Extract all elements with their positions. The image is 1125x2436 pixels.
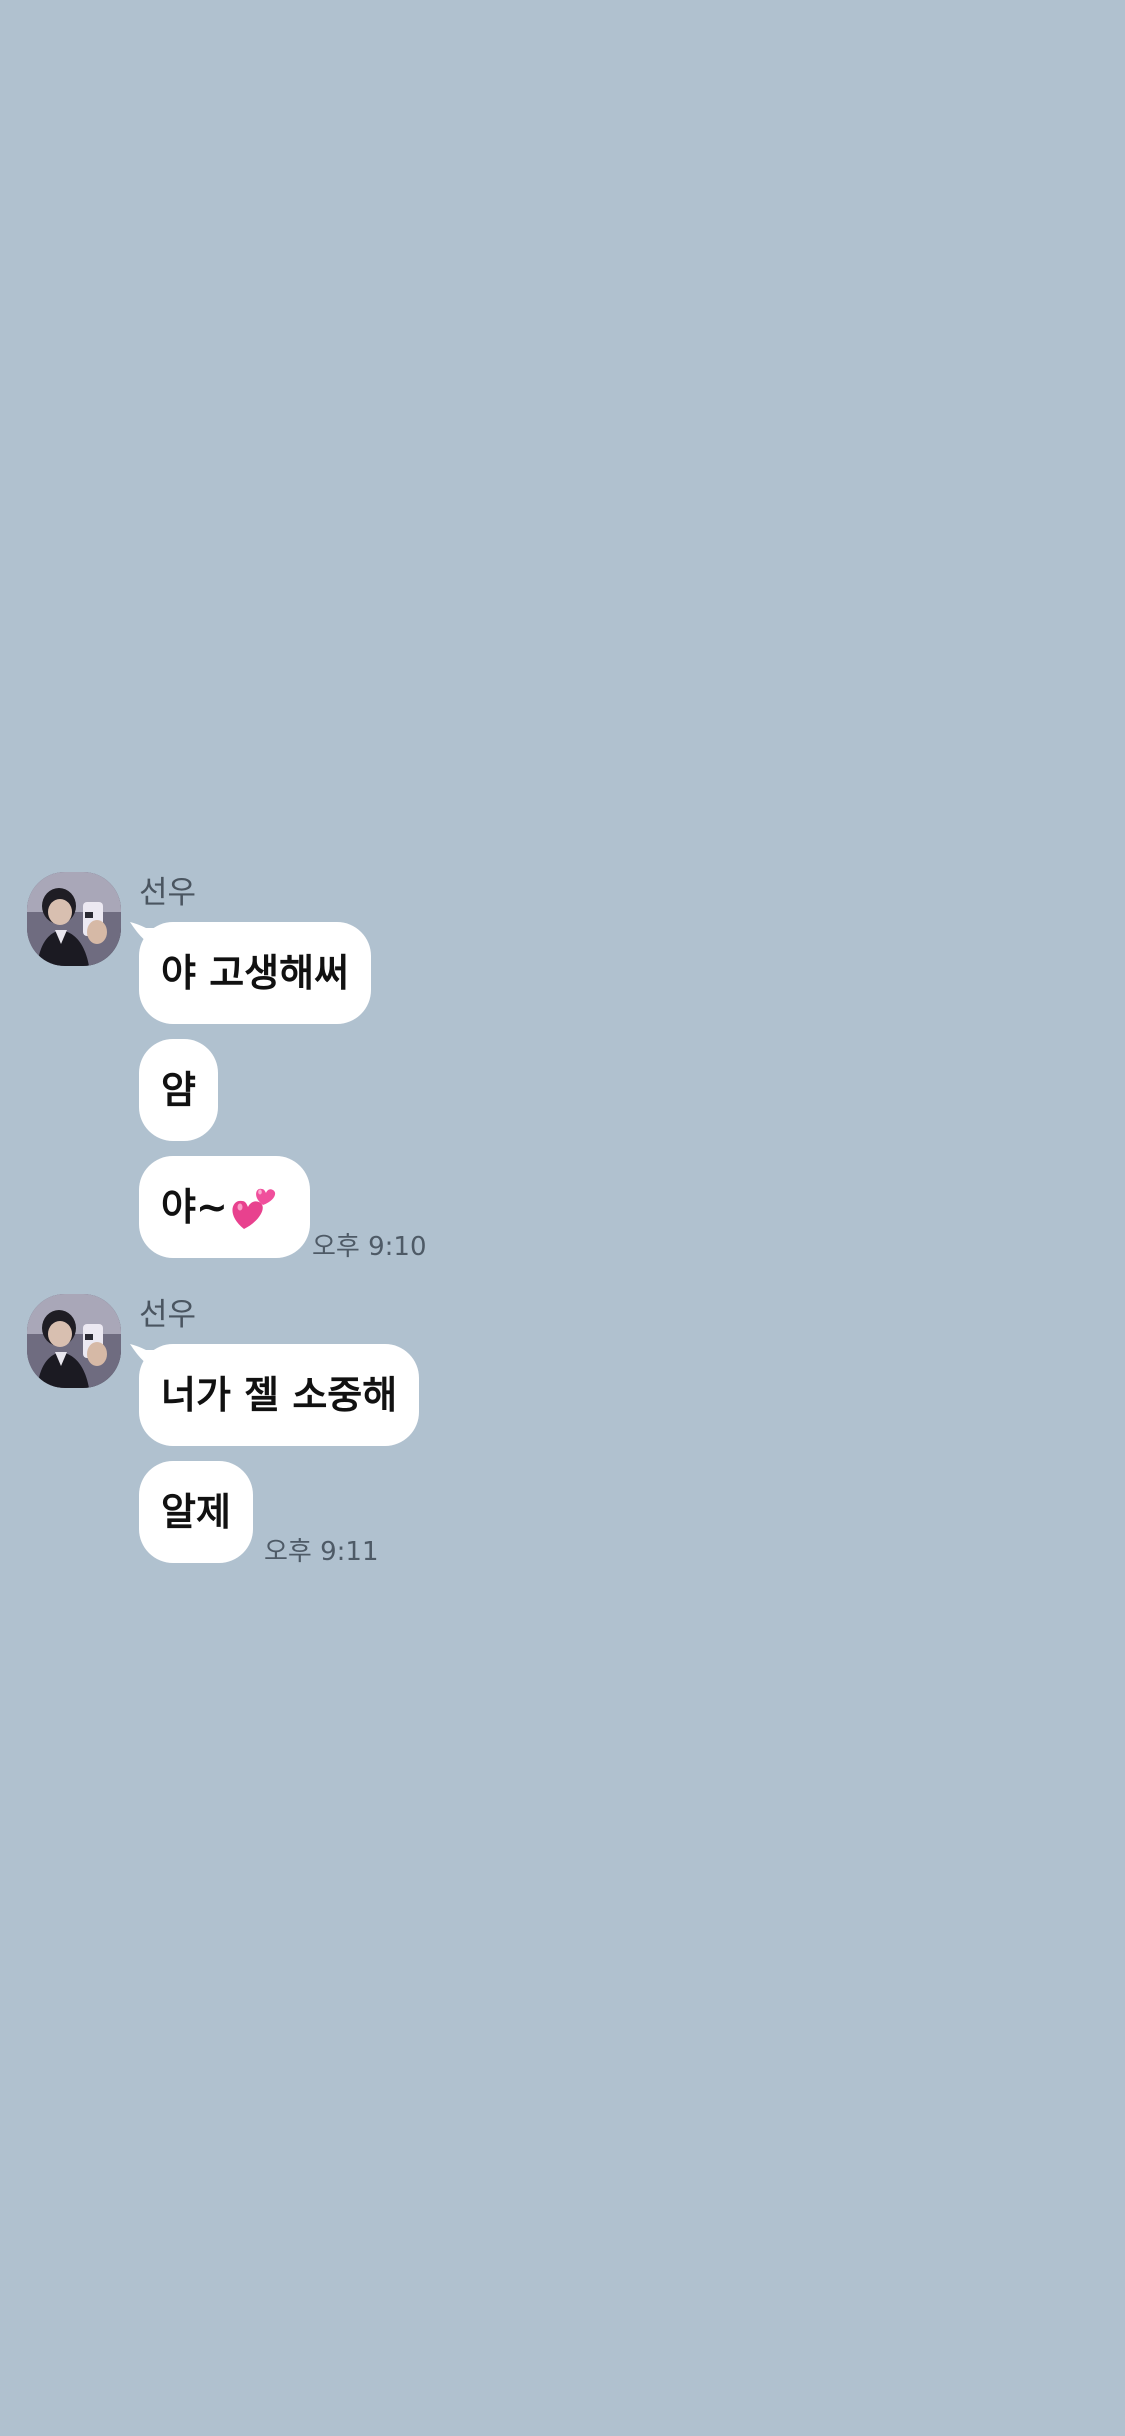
message-timestamp: 오후 9:10 — [312, 1232, 427, 1262]
message-text: 야 고생해써 — [161, 951, 350, 995]
profile-photo — [27, 872, 121, 966]
message-bubble[interactable]: 너가 젤 소중해 — [139, 1344, 420, 1446]
sender-name: 선우 — [139, 1297, 197, 1333]
message-text: 너가 젤 소중해 — [161, 1373, 398, 1417]
message-bubble[interactable]: 야~ — [139, 1156, 310, 1258]
sender-name: 선우 — [139, 875, 197, 911]
message-timestamp: 오후 9:11 — [264, 1537, 379, 1567]
message-bubble[interactable]: 야 고생해써 — [139, 922, 372, 1024]
message-bubble[interactable]: 알제 — [139, 1461, 253, 1563]
message-text: 알제 — [161, 1490, 231, 1534]
two-hearts-icon — [232, 1188, 275, 1229]
avatar[interactable] — [27, 872, 121, 966]
avatar[interactable] — [27, 1294, 121, 1388]
message-text: 야~ — [161, 1185, 228, 1229]
message-bubble[interactable]: 얌 — [139, 1039, 218, 1141]
profile-photo — [27, 1294, 121, 1388]
message-text: 얌 — [161, 1068, 196, 1112]
